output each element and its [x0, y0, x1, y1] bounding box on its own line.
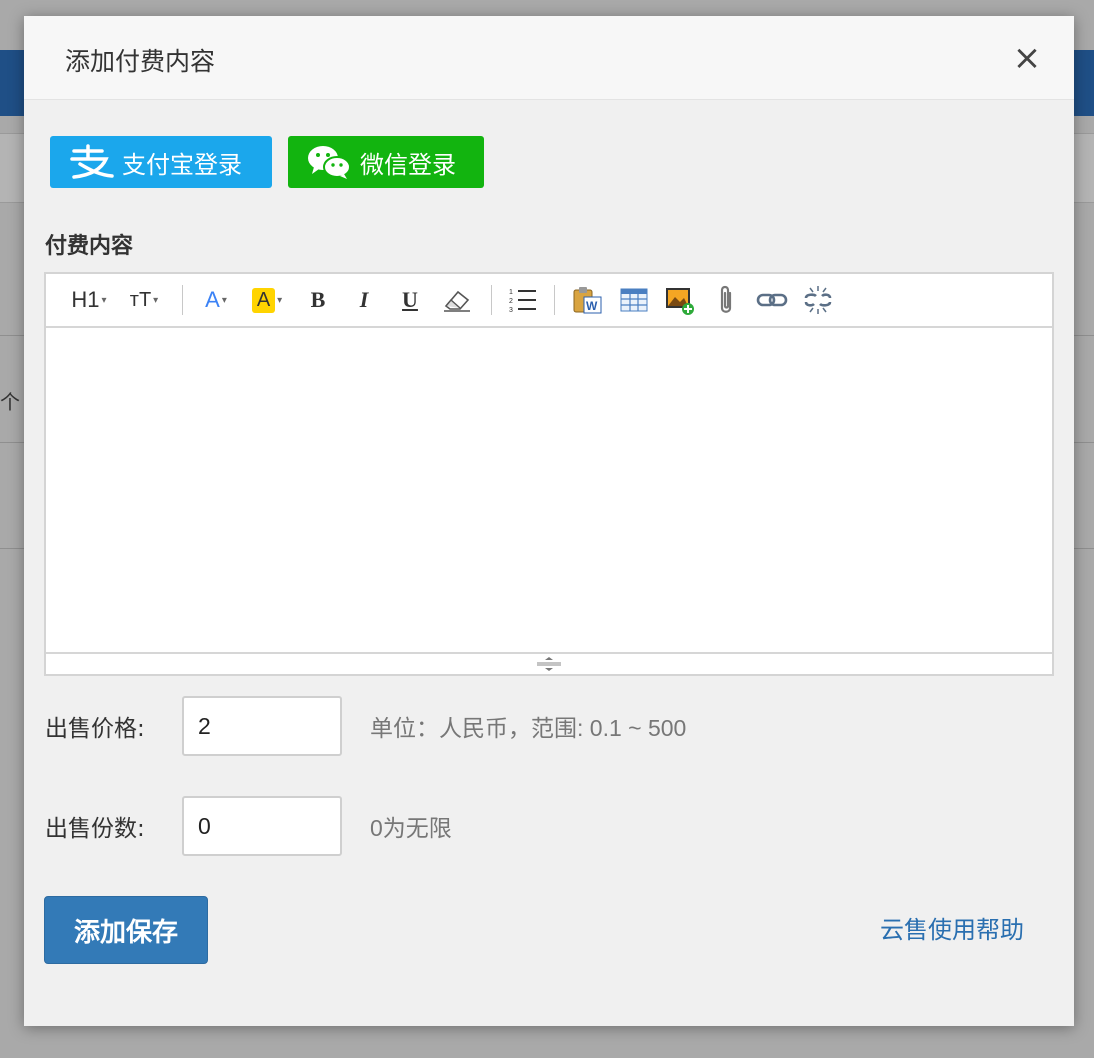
price-input[interactable] — [182, 696, 342, 756]
editor-content-area[interactable] — [46, 328, 1052, 652]
help-link[interactable]: 云售使用帮助 — [880, 910, 1024, 945]
close-icon[interactable]: × — [1010, 38, 1044, 78]
wechat-login-button[interactable]: 微信登录 — [288, 136, 484, 188]
wechat-icon — [306, 142, 352, 182]
toolbar-separator — [182, 285, 183, 315]
table-icon[interactable] — [611, 282, 657, 318]
font-color-icon[interactable]: A ▾ — [193, 282, 239, 318]
quantity-row: 出售份数: 0为无限 — [45, 796, 452, 856]
wechat-login-label: 微信登录 — [360, 150, 456, 179]
link-icon[interactable] — [749, 282, 795, 318]
svg-text:1: 1 — [509, 289, 513, 296]
paid-content-label: 付费内容 — [45, 234, 134, 259]
insert-image-icon[interactable] — [657, 282, 703, 318]
add-save-button[interactable]: 添加保存 — [44, 896, 208, 964]
quantity-label: 出售份数: — [45, 816, 145, 842]
quantity-hint: 0为无限 — [370, 815, 452, 841]
dialog-header: 添加付费内容 × — [24, 16, 1074, 100]
attachment-icon[interactable] — [703, 282, 749, 318]
toolbar-separator — [491, 285, 492, 315]
unlink-icon[interactable] — [795, 282, 841, 318]
editor-resize-handle[interactable] — [46, 652, 1052, 674]
bold-icon[interactable]: B — [295, 282, 341, 318]
add-paid-content-dialog: 添加付费内容 × 支付宝登录 微信登录 付费内容 H1 ▾ тT ▾ A ▾ A… — [24, 16, 1074, 1026]
paste-word-icon[interactable]: W — [565, 282, 611, 318]
ordered-list-icon[interactable]: 1 2 3 — [502, 282, 544, 318]
price-hint: 单位：人民币，范围: 0.1 ~ 500 — [370, 715, 687, 741]
backdrop-text: 个 — [0, 390, 20, 414]
eraser-icon[interactable] — [433, 282, 481, 318]
alipay-icon — [68, 142, 114, 182]
font-size-icon[interactable]: тT ▾ — [116, 282, 172, 318]
italic-icon[interactable]: I — [341, 282, 387, 318]
quantity-input[interactable] — [182, 796, 342, 856]
alipay-login-label: 支付宝登录 — [122, 150, 242, 179]
svg-text:2: 2 — [509, 298, 513, 305]
dialog-title: 添加付费内容 — [65, 47, 216, 76]
editor-toolbar: H1 ▾ тT ▾ A ▾ A ▾ B I U 1 2 3 W — [46, 274, 1052, 328]
login-buttons: 支付宝登录 微信登录 — [50, 136, 484, 188]
svg-text:3: 3 — [509, 307, 513, 314]
rich-text-editor: H1 ▾ тT ▾ A ▾ A ▾ B I U 1 2 3 W — [44, 272, 1054, 676]
price-row: 出售价格: 单位：人民币，范围: 0.1 ~ 500 — [45, 696, 686, 756]
toolbar-separator — [554, 285, 555, 315]
heading-icon[interactable]: H1 ▾ — [62, 282, 116, 318]
highlight-color-icon[interactable]: A ▾ — [239, 282, 295, 318]
alipay-login-button[interactable]: 支付宝登录 — [50, 136, 272, 188]
svg-text:W: W — [586, 299, 598, 313]
underline-icon[interactable]: U — [387, 282, 433, 318]
price-label: 出售价格: — [45, 716, 145, 742]
